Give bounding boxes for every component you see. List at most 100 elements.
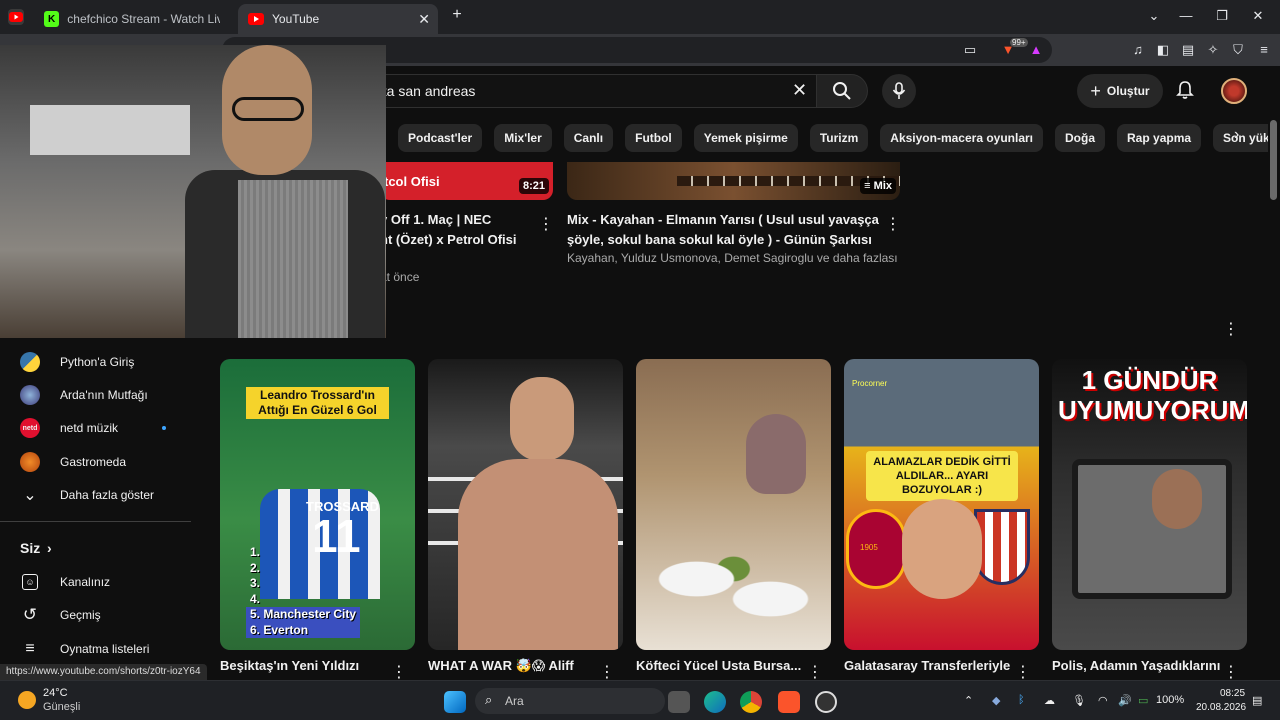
new-tab-button[interactable]: + — [447, 6, 467, 24]
chevron-right-icon[interactable]: › — [1234, 126, 1239, 144]
more-vert-icon[interactable]: ⋮ — [807, 662, 823, 682]
clear-search-icon[interactable]: ✕ — [792, 80, 807, 101]
sidebar-subscription[interactable]: Arda'nın Mutfağı — [0, 380, 192, 410]
short-title[interactable]: WHAT A WAR 🤯😱 Aliff — [428, 658, 574, 674]
extension-badge: 99+ — [1010, 38, 1028, 47]
leo-ai-icon[interactable]: ✧ — [1205, 42, 1221, 58]
music-icon[interactable]: ♫ — [1130, 42, 1146, 58]
short-thumbnail[interactable]: Procorner ALAMAZLAR DEDİK GİTTİ ALDILAR.… — [844, 359, 1039, 650]
voice-search-button[interactable] — [882, 74, 916, 108]
clock-date[interactable]: 20.08.2026 — [1196, 702, 1246, 713]
chip[interactable]: Rap yapma — [1117, 124, 1202, 152]
short-title[interactable]: Galatasaray Transferleriyle — [844, 658, 1010, 673]
window-close-button[interactable]: ✕ — [1248, 8, 1268, 24]
sidebar-subscription[interactable]: Gastromeda — [0, 447, 192, 477]
short-thumbnail[interactable] — [636, 359, 831, 650]
volume-icon[interactable]: 🔊 — [1118, 694, 1132, 707]
more-vert-icon[interactable]: ⋮ — [1223, 662, 1239, 682]
battery-icon[interactable]: ▭ — [1138, 694, 1148, 707]
sidebar-you-header[interactable]: Siz › — [0, 533, 192, 563]
maximize-button[interactable]: ❐ — [1212, 8, 1232, 24]
cast-icon[interactable]: ▭ — [962, 42, 978, 58]
short-title[interactable]: Polis, Adamın Yaşadıklarını — [1052, 658, 1220, 673]
fighter-body — [458, 459, 618, 650]
sidebar-item-your-channel[interactable]: ☺ Kanalınız — [0, 567, 192, 597]
more-vert-icon[interactable]: ⋮ — [599, 662, 615, 682]
chevron-right-icon: › — [47, 540, 52, 556]
chip[interactable]: Futbol — [625, 124, 682, 152]
more-vert-icon[interactable]: ⋮ — [885, 214, 901, 234]
start-menu-icon[interactable] — [444, 691, 466, 713]
shorts-more-icon[interactable]: ⋮ — [1223, 319, 1239, 339]
kick-icon: K — [44, 11, 60, 27]
wallet-icon[interactable]: ▤ — [1180, 42, 1196, 58]
search-input[interactable]: gta san andreas — [370, 74, 816, 108]
chip[interactable]: Doğa — [1055, 124, 1106, 152]
youtube-icon — [248, 11, 264, 27]
search-icon — [833, 82, 851, 100]
create-button[interactable]: + Oluştur — [1077, 74, 1163, 108]
more-vert-icon[interactable]: ⋮ — [1015, 662, 1031, 682]
taskbar-search[interactable]: ⌕ Ara — [475, 688, 665, 714]
minimize-button[interactable]: — — [1176, 8, 1196, 23]
brave-icon[interactable] — [778, 691, 800, 713]
weather-temp[interactable]: 24°C — [43, 687, 68, 699]
goal-list: 1. 2. 3. 4. 5. Manchester City 6. Everto… — [246, 545, 361, 638]
link-preview-url: https://www.youtube.com/shorts/z0tr-iozY… — [0, 664, 207, 680]
weather-desc: Güneşli — [43, 701, 81, 713]
video-thumbnail[interactable]: tcol Ofisi 8:21 — [380, 162, 553, 200]
video-title[interactable]: y Off 1. Maç | NEC nt (Özet) x Petrol Of… — [380, 210, 540, 250]
tray-app-icon[interactable]: ◆ — [992, 694, 1000, 707]
bluetooth-icon[interactable]: ᛒ — [1018, 694, 1025, 706]
chip[interactable]: Yemek pişirme — [693, 124, 798, 152]
chrome-icon[interactable] — [740, 691, 762, 713]
account-avatar[interactable] — [1221, 78, 1247, 104]
vpn-icon[interactable]: ⛉ — [1230, 42, 1246, 58]
microphone-icon — [892, 82, 906, 99]
edge-icon[interactable] — [704, 691, 726, 713]
wifi-icon[interactable]: ◠ — [1098, 694, 1108, 707]
sidebar-subscription[interactable]: Python'a Giriş — [0, 347, 192, 377]
video-title[interactable]: Mix - Kayahan - Elmanın Yarısı ( Usul us… — [567, 210, 879, 250]
short-thumbnail[interactable]: 1 GÜNDÜR UYUMUYORUM — [1052, 359, 1247, 650]
onedrive-icon[interactable]: ☁ — [1044, 694, 1055, 707]
tray-overflow-icon[interactable]: ⌃ — [964, 694, 973, 707]
task-view-icon[interactable] — [668, 691, 690, 713]
short-title[interactable]: Beşiktaş'ın Yeni Yıldızı — [220, 658, 359, 673]
tab-search-icon[interactable]: ⌄ — [1144, 8, 1164, 24]
youtube-app-icon[interactable] — [8, 9, 24, 25]
menu-icon[interactable]: ≡ — [1256, 42, 1272, 58]
short-title[interactable]: Köfteci Yücel Usta Bursa... — [636, 658, 801, 673]
netd-logo-icon: netd — [20, 418, 40, 438]
short-thumbnail[interactable] — [428, 359, 623, 650]
sidebar-subscription[interactable]: netd netd müzik — [0, 413, 192, 443]
more-vert-icon[interactable]: ⋮ — [538, 214, 554, 234]
chip[interactable]: Canlı — [563, 124, 614, 152]
sidebar-show-more[interactable]: ⌄ Daha fazla göster — [0, 480, 192, 510]
microphone-icon[interactable]: 🎙 — [1072, 694, 1086, 707]
weather-icon[interactable] — [18, 691, 36, 709]
tab-kick[interactable]: K chefchico Stream - Watch Live on Kick — [34, 4, 230, 34]
brave-rewards-icon[interactable]: ▲ — [1028, 42, 1044, 58]
sidebar-item-playlists[interactable]: ≡ Oynatma listeleri — [0, 634, 192, 664]
chip[interactable]: Mix'ler — [494, 124, 552, 152]
sidebar-item-history[interactable]: ↺ Geçmiş — [0, 600, 192, 630]
close-icon[interactable]: ✕ — [418, 11, 430, 28]
new-content-dot — [162, 426, 166, 430]
obs-icon[interactable] — [815, 691, 837, 713]
chip[interactable]: Turizm — [809, 124, 869, 152]
notifications-bell-icon[interactable] — [1176, 80, 1194, 105]
tab-youtube[interactable]: YouTube ✕ — [238, 4, 438, 34]
video-thumbnail[interactable]: ≡ Mix — [567, 162, 900, 200]
scrollbar-thumb[interactable] — [1270, 120, 1277, 200]
duration-badge: 8:21 — [518, 178, 549, 194]
clock-time[interactable]: 08:25 — [1220, 688, 1245, 699]
search-button[interactable] — [816, 74, 868, 108]
more-vert-icon[interactable]: ⋮ — [391, 662, 407, 682]
sidebar-icon[interactable]: ◧ — [1155, 42, 1171, 58]
short-thumbnail[interactable]: Leandro Trossard'ın Attığı En Güzel 6 Go… — [220, 359, 415, 650]
chip[interactable]: Podcast'ler — [398, 124, 483, 152]
notification-icon[interactable]: ▤ — [1252, 694, 1262, 707]
chip[interactable]: Aksiyon-macera oyunları — [880, 124, 1044, 152]
fighter-head — [510, 377, 574, 461]
